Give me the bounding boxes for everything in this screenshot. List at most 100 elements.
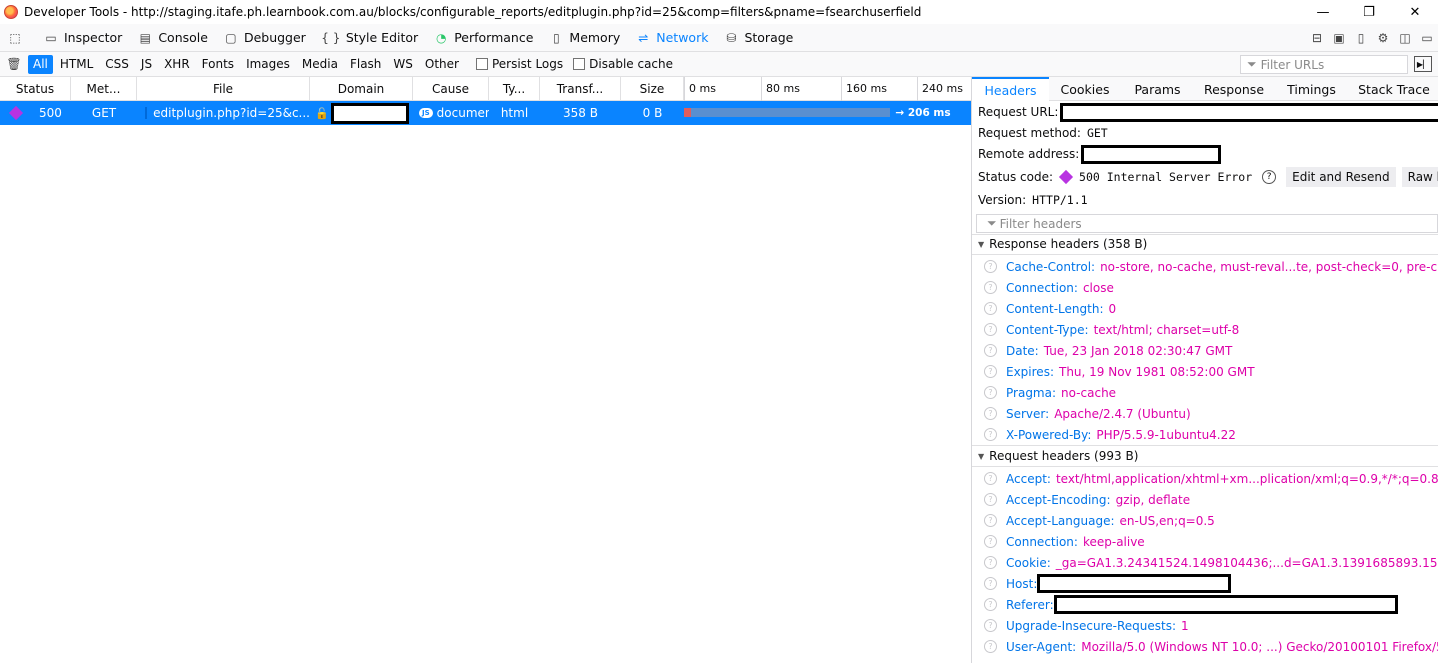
request-headers-section[interactable]: ▼ Request headers (993 B) (972, 446, 1438, 467)
status-code-value: 500 Internal Server Error (1079, 170, 1253, 184)
filter-css-button[interactable]: CSS (100, 55, 134, 74)
header-help-icon[interactable]: ? (984, 577, 997, 590)
column-method[interactable]: Met... (71, 76, 137, 101)
header-help-icon[interactable]: ? (984, 344, 997, 357)
column-file[interactable]: File (137, 76, 310, 101)
header-help-icon[interactable]: ? (984, 598, 997, 611)
column-status[interactable]: Status (0, 76, 71, 101)
header-row[interactable]: ? Date: Tue, 23 Jan 2018 02:30:47 GMT (984, 340, 1232, 361)
header-help-icon[interactable]: ? (984, 514, 997, 527)
filter-xhr-button[interactable]: XHR (159, 55, 195, 74)
file-thumbnail-icon (145, 107, 148, 119)
header-help-icon[interactable]: ? (984, 428, 997, 441)
filter-all-button[interactable]: All (28, 54, 53, 74)
filter-fonts-button[interactable]: Fonts (197, 55, 239, 74)
tab-timings[interactable]: Timings (1274, 77, 1349, 101)
tab-performance[interactable]: ◔ Performance (426, 24, 541, 52)
header-name: Accept-Language: (1006, 513, 1115, 528)
header-row[interactable]: ? X-Powered-By: PHP/5.5.9-1ubuntu4.22 (984, 424, 1236, 445)
tab-stack-trace[interactable]: Stack Trace (1349, 77, 1438, 101)
responsive-design-icon[interactable]: ▯ (1350, 27, 1372, 49)
tab-cookies[interactable]: Cookies (1049, 77, 1121, 101)
header-row[interactable]: ? Accept-Language: en-US,en;q=0.5 (984, 510, 1215, 531)
checkbox-box[interactable] (573, 58, 586, 70)
column-domain[interactable]: Domain (310, 76, 413, 101)
filter-media-button[interactable]: Media (297, 55, 343, 74)
tab-network[interactable]: ⇌ Network (628, 24, 716, 52)
header-row[interactable]: ? Host: (984, 573, 1232, 594)
filter-headers-input[interactable]: ⏷ Filter headers (976, 214, 1438, 233)
element-picker-button[interactable]: ⬚ (0, 24, 36, 52)
tab-style-editor[interactable]: { } Style Editor (314, 24, 426, 52)
persist-logs-checkbox[interactable]: Persist Logs (475, 57, 563, 71)
header-row[interactable]: ? User-Agent: Mozilla/5.0 (Windows NT 10.0… (984, 636, 1438, 657)
tab-console[interactable]: ▤ Console (130, 24, 216, 52)
header-help-icon[interactable]: ? (984, 365, 997, 378)
tab-memory[interactable]: ▯ Memory (541, 24, 628, 52)
header-row[interactable]: ? Referer: (984, 594, 1398, 615)
column-transferred[interactable]: Transf... (540, 76, 621, 101)
tab-headers[interactable]: Headers (972, 77, 1049, 101)
split-console-icon[interactable]: ▣ (1328, 27, 1350, 49)
header-help-icon[interactable]: ? (984, 619, 997, 632)
tab-debugger[interactable]: ▢ Debugger (216, 24, 314, 52)
header-row[interactable]: ? Pragma: no-cache (984, 382, 1116, 403)
filter-urls-input[interactable]: ⏷ Filter URLs (1240, 55, 1408, 74)
maximize-button[interactable]: ❐ (1346, 0, 1392, 24)
status-help-icon[interactable]: ? (1262, 170, 1277, 184)
filter-ws-button[interactable]: WS (388, 55, 417, 74)
header-help-icon[interactable]: ? (984, 386, 997, 399)
column-cause[interactable]: Cause (413, 76, 489, 101)
header-row[interactable]: ? Connection: keep-alive (984, 531, 1145, 552)
clear-requests-trash-icon[interactable]: 🗑 (0, 57, 28, 71)
tab-storage[interactable]: ⛁ Storage (716, 24, 801, 52)
header-row[interactable]: ? Content-Length: 0 (984, 298, 1116, 319)
filter-html-button[interactable]: HTML (55, 55, 98, 74)
header-row[interactable]: ? Upgrade-Insecure-Requests: 1 (984, 615, 1189, 636)
gear-icon[interactable]: ⚙ (1372, 27, 1394, 49)
header-row[interactable]: ? Accept-Encoding: gzip, deflate (984, 489, 1190, 510)
column-size[interactable]: Size (621, 76, 684, 101)
header-help-icon[interactable]: ? (984, 556, 997, 569)
edit-and-resend-button[interactable]: Edit and Resend (1286, 167, 1396, 187)
header-row[interactable]: ? Expires: Thu, 19 Nov 1981 08:52:00 GMT (984, 361, 1255, 382)
minimize-button[interactable]: — (1300, 0, 1346, 24)
header-row[interactable]: ? Cache-Control: no-store, no-cache, must-… (984, 256, 1438, 277)
tab-params[interactable]: Params (1121, 77, 1194, 101)
header-help-icon[interactable]: ? (984, 281, 997, 294)
header-value: 1 (1181, 618, 1189, 633)
toggle-sidebar-icon[interactable]: ▶▏ (1414, 56, 1432, 72)
header-row[interactable]: ? Connection: close (984, 277, 1114, 298)
request-row[interactable]: 500 GET editplugin.php?id=25&c... 🔓 JS d… (0, 101, 971, 125)
checkbox-box[interactable] (475, 58, 488, 70)
response-headers-section[interactable]: ▼ Response headers (358 B) (972, 234, 1438, 255)
column-waterfall[interactable]: 0 ms 80 ms 160 ms 240 ms (684, 76, 971, 101)
header-help-icon[interactable]: ? (984, 640, 997, 653)
header-help-icon[interactable]: ? (984, 302, 997, 315)
header-help-icon[interactable]: ? (984, 493, 997, 506)
filter-icon: ⏷ (987, 216, 997, 230)
waterfall-blocked-segment (684, 108, 691, 117)
header-row[interactable]: ? Accept: text/html,application/xhtml+xm..… (984, 468, 1438, 489)
header-row[interactable]: ? Cookie: _ga=GA1.3.24341524.1498104436;..… (984, 552, 1438, 573)
filter-js-button[interactable]: JS (136, 55, 157, 74)
dock-bottom-icon[interactable]: ▭ (1416, 27, 1438, 49)
tab-inspector[interactable]: ▭ Inspector (36, 24, 130, 52)
header-help-icon[interactable]: ? (984, 472, 997, 485)
column-type[interactable]: Ty... (489, 76, 540, 101)
filter-other-button[interactable]: Other (420, 55, 464, 74)
tab-response[interactable]: Response (1194, 77, 1274, 101)
raw-headers-button[interactable]: Raw head (1401, 167, 1438, 187)
header-help-icon[interactable]: ? (984, 407, 997, 420)
filter-images-button[interactable]: Images (241, 55, 295, 74)
header-help-icon[interactable]: ? (984, 260, 997, 273)
header-help-icon[interactable]: ? (984, 535, 997, 548)
disable-cache-checkbox[interactable]: Disable cache (573, 57, 673, 71)
dock-mode-icon[interactable]: ⊟ (1306, 27, 1328, 49)
close-button[interactable]: ✕ (1392, 0, 1438, 24)
header-row[interactable]: ? Server: Apache/2.4.7 (Ubuntu) (984, 403, 1191, 424)
dock-side-icon[interactable]: ◫ (1394, 27, 1416, 49)
header-help-icon[interactable]: ? (984, 323, 997, 336)
header-row[interactable]: ? Content-Type: text/html; charset=utf-8 (984, 319, 1239, 340)
filter-flash-button[interactable]: Flash (345, 55, 386, 74)
